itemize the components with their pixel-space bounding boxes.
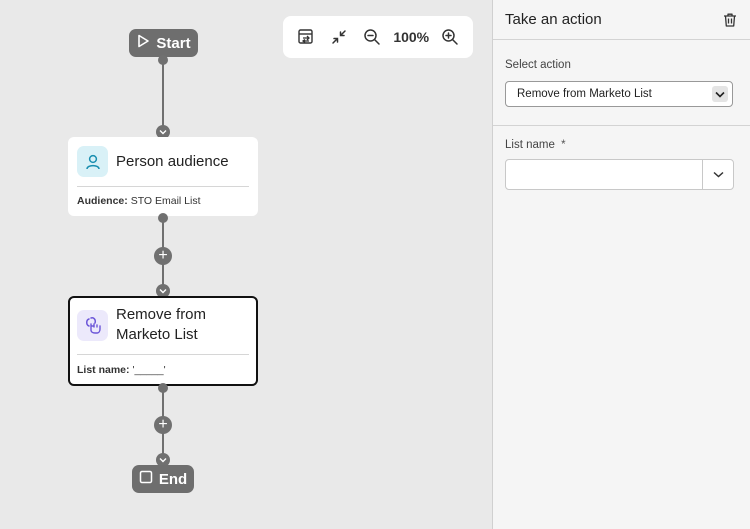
stop-square-icon (139, 470, 153, 488)
play-icon (136, 34, 150, 52)
collapse-icon[interactable] (327, 24, 351, 50)
node-detail-value: STO Email List (130, 195, 201, 207)
journey-canvas: Start Person audience Audience: STO Emai… (0, 0, 492, 529)
node-detail: List name: '_____' (77, 364, 166, 376)
add-step-button[interactable]: + (154, 416, 172, 434)
list-name-combobox (505, 159, 734, 190)
select-action-label: Select action (505, 59, 571, 71)
list-name-input[interactable] (506, 160, 702, 189)
person-icon (77, 146, 108, 177)
node-divider (77, 186, 249, 187)
node-title: Remove from Marketo List (116, 305, 206, 345)
zoom-level: 100% (393, 29, 430, 45)
connector-line (162, 60, 164, 130)
node-title: Person audience (116, 152, 229, 170)
link-hand-icon (77, 309, 108, 341)
node-detail: Audience: STO Email List (77, 195, 201, 207)
panel-header: Take an action (493, 0, 750, 40)
select-action-dropdown[interactable]: Remove from Marketo List (505, 81, 733, 107)
node-detail-label: Audience: (77, 195, 128, 207)
zoom-in-icon[interactable] (438, 24, 462, 50)
select-action-value: Remove from Marketo List (517, 88, 652, 100)
chevron-down-icon[interactable] (712, 86, 728, 102)
node-detail-label: List name: (77, 364, 130, 376)
required-asterisk: * (561, 139, 566, 151)
person-audience-node[interactable]: Person audience Audience: STO Email List (68, 137, 258, 216)
start-label: Start (156, 34, 191, 52)
node-title-line2: Marketo List (116, 326, 198, 343)
add-step-button[interactable]: + (154, 247, 172, 265)
end-label: End (158, 470, 188, 488)
list-name-label: List name * (505, 139, 566, 151)
trash-icon[interactable] (722, 12, 738, 28)
panel-divider (493, 125, 750, 126)
panel-title: Take an action (505, 11, 602, 28)
end-node[interactable]: End (132, 465, 194, 493)
node-detail-value: '_____' (132, 364, 166, 376)
zoom-out-icon[interactable] (360, 24, 384, 50)
list-name-label-text: List name (505, 139, 555, 151)
canvas-toolbar: 100% (283, 16, 473, 58)
chevron-down-icon[interactable] (702, 160, 733, 189)
remove-from-marketo-list-node[interactable]: Remove from Marketo List List name: '___… (68, 296, 258, 386)
node-title-line1: Remove from (116, 306, 207, 323)
properties-panel: Take an action Select action Remove from… (492, 0, 750, 529)
swap-layout-icon[interactable] (294, 24, 318, 50)
node-divider (77, 354, 249, 355)
start-node[interactable]: Start (129, 29, 198, 57)
